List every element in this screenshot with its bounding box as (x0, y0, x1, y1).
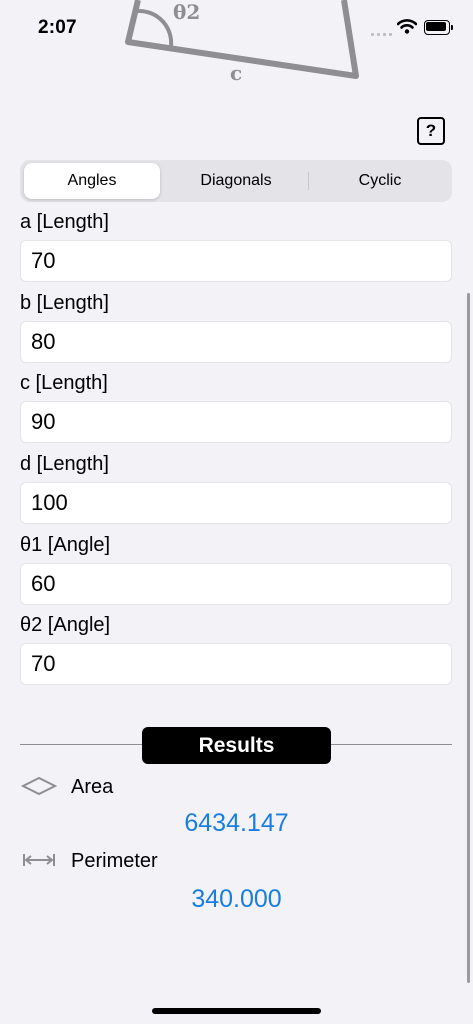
area-value: 6434.147 (184, 809, 289, 837)
quadrilateral-diagram: θ2 c (125, 0, 359, 85)
rhombus-icon (21, 776, 57, 796)
field-c-input[interactable]: 90 (20, 401, 452, 443)
field-b-input[interactable]: 80 (20, 321, 452, 363)
side-c-label: c (230, 61, 242, 85)
field-theta1-label: θ1 [Angle] (20, 534, 111, 556)
mode-segmented-control: Angles Diagonals Cyclic (20, 160, 452, 202)
field-a-input[interactable]: 70 (20, 240, 452, 282)
field-b-label: b [Length] (20, 292, 109, 314)
help-button[interactable]: ? (417, 117, 445, 145)
field-theta2-input[interactable]: 70 (20, 643, 452, 685)
field-d-label: d [Length] (20, 453, 109, 475)
vertical-scrollbar[interactable] (467, 293, 470, 983)
home-indicator[interactable] (152, 1008, 321, 1014)
field-theta1-input[interactable]: 60 (20, 563, 452, 605)
tab-cyclic[interactable]: Cyclic (312, 163, 448, 199)
field-a-label: a [Length] (20, 211, 109, 233)
tab-diagonals[interactable]: Diagonals (168, 163, 304, 199)
perimeter-label: Perimeter (71, 850, 158, 872)
width-arrows-icon (23, 854, 55, 866)
angle-arc (137, 8, 174, 47)
results-header: Results (142, 727, 331, 764)
field-d-input[interactable]: 100 (20, 482, 452, 524)
field-c-label: c [Length] (20, 372, 108, 394)
tab-angles[interactable]: Angles (24, 163, 160, 199)
angle-theta2-label: θ2 (173, 0, 200, 24)
perimeter-value: 340.000 (191, 885, 282, 913)
area-label: Area (71, 776, 114, 798)
field-theta2-label: θ2 [Angle] (20, 614, 111, 636)
segment-divider (308, 172, 309, 190)
